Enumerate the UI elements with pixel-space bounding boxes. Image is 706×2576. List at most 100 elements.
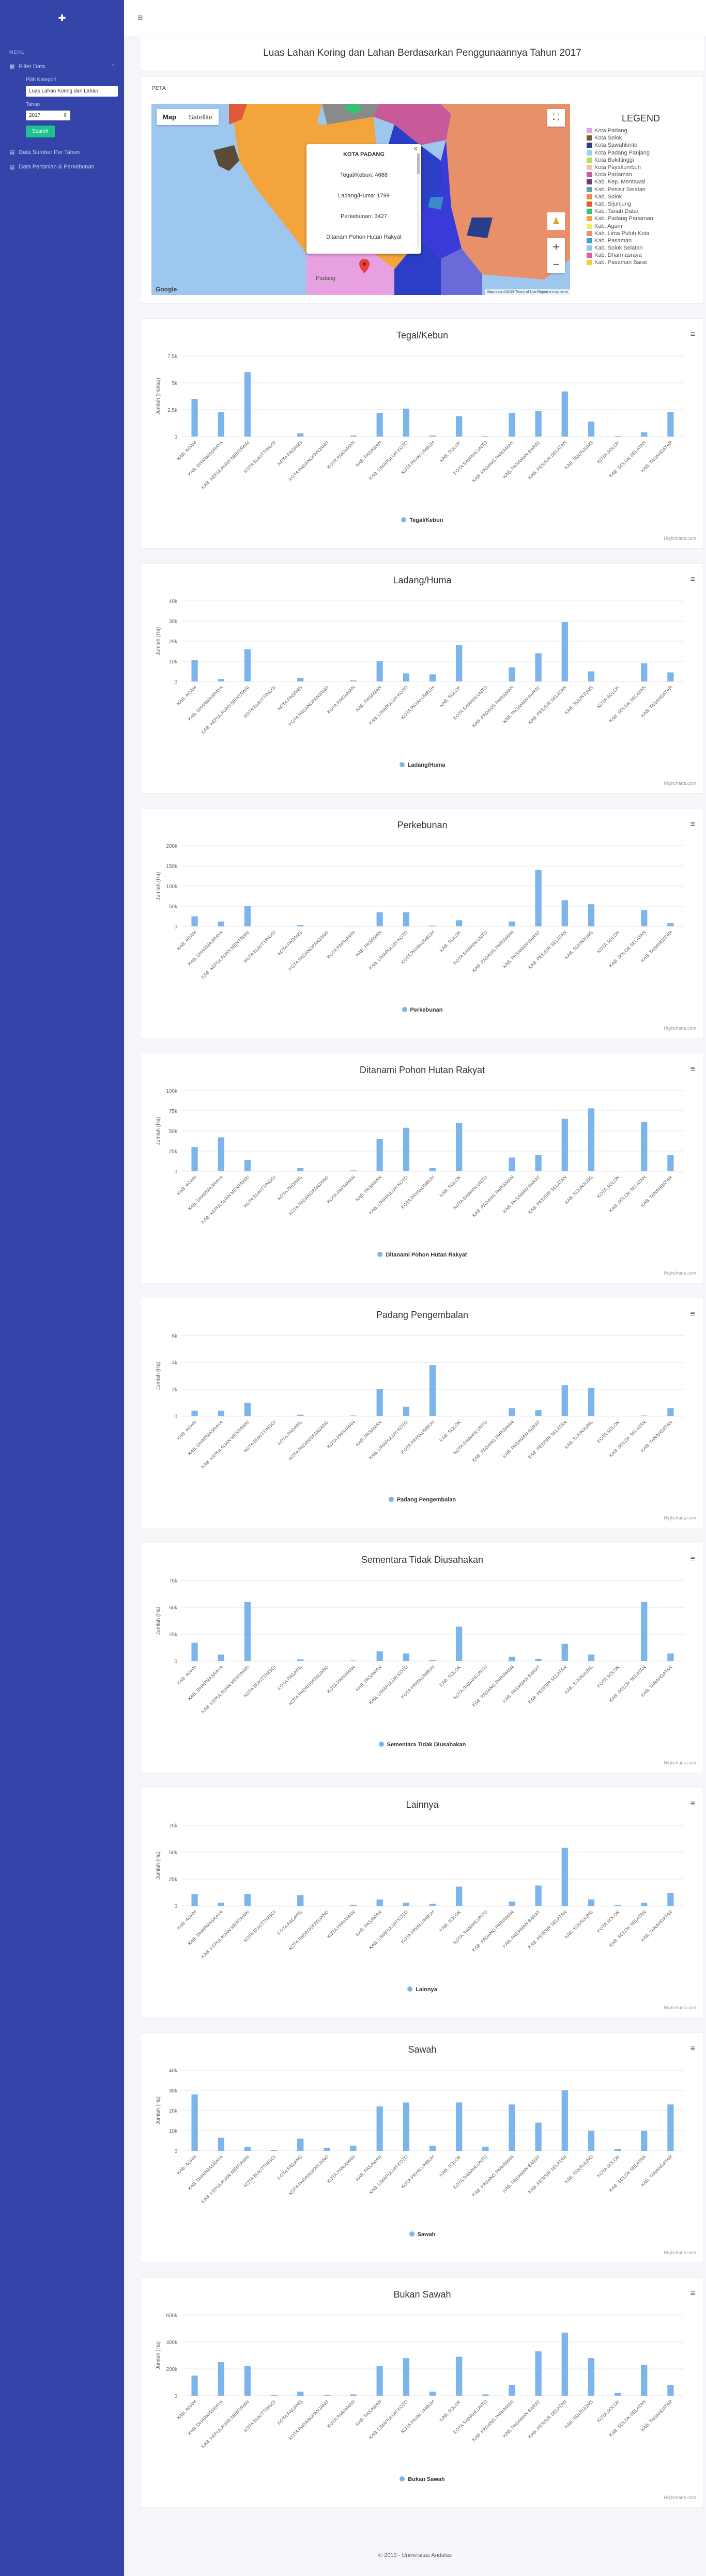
bar[interactable] bbox=[667, 2104, 674, 2151]
bar[interactable] bbox=[429, 435, 436, 437]
bar[interactable] bbox=[191, 916, 198, 927]
chart-legend[interactable]: Sawah bbox=[141, 2231, 703, 2238]
chart-credits[interactable]: Highcharts.com bbox=[664, 781, 696, 786]
bar[interactable] bbox=[350, 2146, 357, 2151]
bar[interactable] bbox=[509, 1656, 515, 1661]
bar[interactable] bbox=[535, 2351, 542, 2396]
bar[interactable] bbox=[561, 900, 568, 926]
bar[interactable] bbox=[244, 1602, 251, 1661]
bar[interactable] bbox=[376, 1899, 383, 1906]
bar[interactable] bbox=[667, 412, 674, 437]
bar[interactable] bbox=[667, 1155, 674, 1171]
bar[interactable] bbox=[667, 1893, 674, 1906]
bar[interactable] bbox=[270, 2395, 278, 2396]
bar[interactable] bbox=[376, 2106, 383, 2151]
bar[interactable] bbox=[403, 673, 409, 681]
bar[interactable] bbox=[614, 2149, 621, 2151]
bar[interactable] bbox=[429, 1903, 436, 1906]
sidebar-item-data-sumber[interactable]: ▤ Data Sumber Per Tahun bbox=[0, 145, 124, 160]
brand-logo-icon[interactable]: ✚ bbox=[0, 0, 124, 36]
bar[interactable] bbox=[376, 1389, 383, 1416]
bar[interactable] bbox=[244, 1403, 251, 1416]
bar[interactable] bbox=[244, 649, 251, 681]
chart-credits[interactable]: Highcharts.com bbox=[664, 1515, 696, 1520]
zoom-out-button[interactable]: − bbox=[547, 256, 565, 273]
bar[interactable] bbox=[429, 674, 436, 681]
bar[interactable] bbox=[403, 2102, 409, 2151]
bar[interactable] bbox=[588, 1654, 595, 1661]
zoom-in-button[interactable]: + bbox=[547, 238, 565, 256]
map-attribution[interactable]: Map data ©2019 Terms of Use Report a map… bbox=[485, 289, 570, 295]
bar[interactable] bbox=[297, 925, 304, 926]
bar[interactable] bbox=[535, 1155, 542, 1171]
bar[interactable] bbox=[641, 1122, 648, 1171]
bar[interactable] bbox=[244, 1894, 251, 1906]
pegman-icon[interactable]: ♟ bbox=[547, 212, 565, 230]
bar[interactable] bbox=[482, 2147, 489, 2151]
bar[interactable] bbox=[641, 432, 648, 437]
bar[interactable] bbox=[509, 1157, 515, 1171]
bar[interactable] bbox=[350, 1904, 357, 1906]
chart-legend[interactable]: Ladang/Huma bbox=[141, 762, 703, 768]
tab-satellite[interactable]: Satellite bbox=[182, 109, 219, 125]
close-icon[interactable]: ✕ bbox=[413, 145, 418, 152]
bar[interactable] bbox=[456, 920, 463, 926]
bar[interactable] bbox=[376, 1651, 383, 1661]
bar[interactable] bbox=[588, 421, 595, 437]
bar[interactable] bbox=[297, 677, 304, 681]
bar[interactable] bbox=[456, 1626, 463, 1661]
bar[interactable] bbox=[244, 372, 251, 437]
bar[interactable] bbox=[297, 433, 304, 437]
bar[interactable] bbox=[588, 671, 595, 682]
bar[interactable] bbox=[191, 2376, 198, 2396]
sidebar-item-data-pertanian[interactable]: ▤ Data Pertanian & Perkebunan bbox=[0, 160, 124, 175]
chart-legend[interactable]: Perkebunan bbox=[141, 1007, 703, 1013]
chart-credits[interactable]: Highcharts.com bbox=[664, 1026, 696, 1031]
bar[interactable] bbox=[667, 2385, 674, 2396]
bar[interactable] bbox=[456, 2102, 463, 2151]
bar[interactable] bbox=[641, 910, 648, 926]
bar[interactable] bbox=[218, 921, 224, 926]
bar[interactable] bbox=[641, 2365, 648, 2396]
bar[interactable] bbox=[191, 1147, 198, 1171]
bar[interactable] bbox=[614, 2393, 621, 2396]
bar[interactable] bbox=[403, 1127, 409, 1171]
bar[interactable] bbox=[218, 1137, 224, 1171]
bar[interactable] bbox=[218, 2137, 224, 2151]
bar[interactable] bbox=[191, 2094, 198, 2151]
bar[interactable] bbox=[641, 1902, 648, 1906]
bar[interactable] bbox=[641, 1602, 648, 1661]
bar[interactable] bbox=[218, 2362, 224, 2396]
bar[interactable] bbox=[403, 1406, 409, 1416]
bar[interactable] bbox=[376, 2366, 383, 2396]
tab-map[interactable]: Map bbox=[157, 109, 182, 125]
chart-credits[interactable]: Highcharts.com bbox=[664, 2005, 696, 2010]
bar[interactable] bbox=[191, 660, 198, 681]
bar[interactable] bbox=[376, 413, 383, 437]
bar[interactable] bbox=[350, 680, 357, 681]
bar[interactable] bbox=[429, 1365, 436, 1416]
chart-legend[interactable]: Sementara Tidak Diusahakan bbox=[141, 1742, 703, 1748]
bar[interactable] bbox=[561, 1643, 568, 1661]
bar[interactable] bbox=[614, 436, 621, 437]
bar[interactable] bbox=[429, 2146, 436, 2151]
bar[interactable] bbox=[218, 1902, 224, 1906]
bar[interactable] bbox=[244, 2366, 251, 2396]
bar[interactable] bbox=[588, 2131, 595, 2151]
bar[interactable] bbox=[403, 2358, 409, 2396]
bar[interactable] bbox=[218, 1654, 224, 1661]
bar[interactable] bbox=[535, 2122, 542, 2151]
bar[interactable] bbox=[456, 645, 463, 681]
bar[interactable] bbox=[403, 1902, 409, 1906]
hamburger-icon[interactable]: ≡ bbox=[137, 12, 143, 23]
bar[interactable] bbox=[218, 679, 224, 681]
bar[interactable] bbox=[588, 1899, 595, 1906]
chart-legend[interactable]: Tegal/Kebun bbox=[141, 517, 703, 523]
bar[interactable] bbox=[376, 1139, 383, 1171]
chart-credits[interactable]: Highcharts.com bbox=[664, 2250, 696, 2255]
bar[interactable] bbox=[376, 912, 383, 926]
bar[interactable] bbox=[509, 667, 515, 681]
bar[interactable] bbox=[403, 912, 409, 926]
bar[interactable] bbox=[535, 1885, 542, 1906]
bar[interactable] bbox=[482, 2394, 489, 2396]
